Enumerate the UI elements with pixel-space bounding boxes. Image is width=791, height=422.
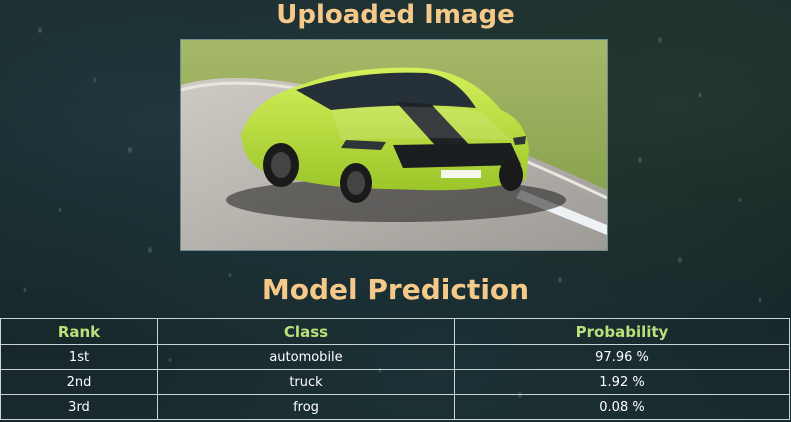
- table-row: 1st automobile 97.96 %: [0, 344, 790, 370]
- class-cell: automobile: [157, 344, 455, 370]
- probability-header: Probability: [454, 318, 790, 345]
- table-header-row: Rank Class Probability: [0, 318, 790, 345]
- model-prediction-title: Model Prediction: [261, 273, 530, 306]
- class-header: Class: [157, 318, 455, 345]
- probability-cell: 97.96 %: [454, 344, 790, 370]
- rank-header: Rank: [0, 318, 158, 345]
- prediction-table: Rank Class Probability 1st automobile 97…: [0, 318, 790, 420]
- license-plate: [441, 170, 481, 178]
- rank-cell: 3rd: [0, 394, 158, 420]
- class-cell: frog: [157, 394, 455, 420]
- uploaded-image-title: Uploaded Image: [276, 0, 515, 30]
- class-cell: truck: [157, 369, 455, 395]
- probability-cell: 0.08 %: [454, 394, 790, 420]
- probability-cell: 1.92 %: [454, 369, 790, 395]
- rank-cell: 2nd: [0, 369, 158, 395]
- table-row: 2nd truck 1.92 %: [0, 369, 790, 395]
- uploaded-image: [180, 39, 608, 251]
- rank-cell: 1st: [0, 344, 158, 370]
- car-photo: [181, 40, 607, 250]
- table-row: 3rd frog 0.08 %: [0, 394, 790, 420]
